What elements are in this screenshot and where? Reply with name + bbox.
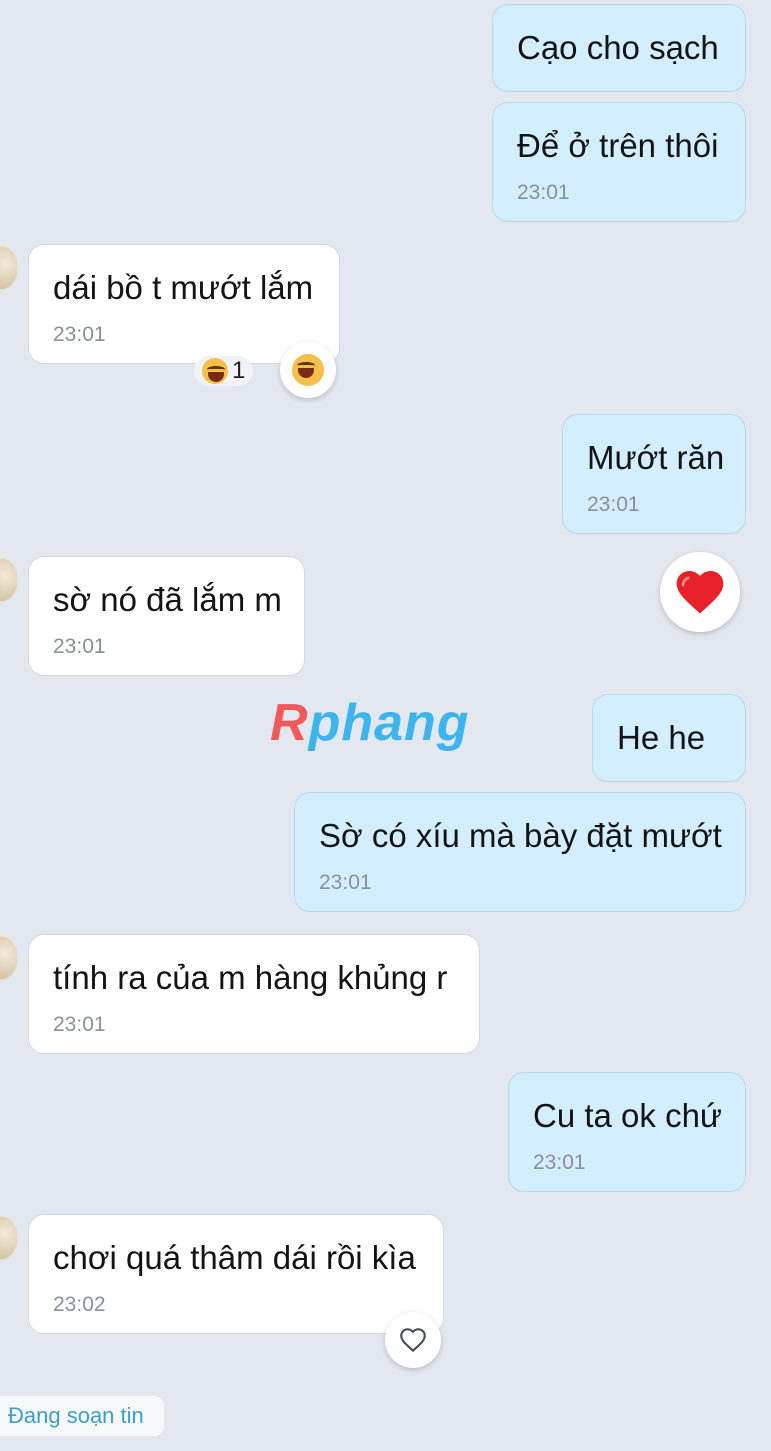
message-text: Sờ có xíu mà bày đặt mướt — [319, 817, 722, 854]
message-bubble-outgoing[interactable]: Cu ta ok chứ 23:01 — [508, 1072, 746, 1192]
message-text: dái bồ t mướt lắm — [53, 269, 314, 306]
message-bubble-outgoing[interactable]: Để ở trên thôi 23:01 — [492, 102, 746, 222]
message-text: Để ở trên thôi — [517, 127, 719, 164]
contact-avatar[interactable] — [0, 558, 18, 602]
message-time: 23:01 — [53, 635, 106, 658]
message-text: Mướt răn — [587, 439, 725, 476]
message-bubble-outgoing[interactable]: Sờ có xíu mà bày đặt mướt 23:01 — [294, 792, 746, 912]
message-bubble-outgoing[interactable]: Cạo cho sạch — [492, 4, 746, 92]
message-text: Cu ta ok chứ — [533, 1097, 723, 1134]
typing-text: Đang soạn tin — [8, 1403, 144, 1428]
message-time: 23:01 — [517, 181, 570, 204]
laughing-face-icon — [202, 358, 228, 384]
red-heart-icon — [676, 571, 724, 614]
message-text: sờ nó đã lắm m — [53, 581, 282, 618]
reaction-summary[interactable]: 1 — [194, 356, 254, 386]
heart-outline-icon — [400, 1328, 426, 1353]
message-bubble-outgoing[interactable]: Mướt răn 23:01 — [562, 414, 746, 534]
message-text: chơi quá thâm dái rồi kìa — [53, 1239, 416, 1276]
contact-avatar[interactable] — [0, 246, 18, 290]
message-time: 23:01 — [53, 323, 106, 346]
message-time: 23:01 — [587, 493, 640, 516]
contact-avatar[interactable] — [0, 936, 18, 980]
message-bubble-incoming[interactable]: tính ra của m hàng khủng r 23:01 — [28, 934, 480, 1054]
message-bubble-outgoing[interactable]: He he — [592, 694, 746, 782]
message-time: 23:01 — [319, 871, 372, 894]
message-time: 23:01 — [53, 1013, 106, 1036]
reaction-count: 1 — [232, 357, 246, 384]
message-time: 23:01 — [533, 1151, 586, 1174]
watermark-logo: Rphang — [270, 694, 470, 752]
typing-indicator: Đang soạn tin — [0, 1396, 164, 1436]
reaction-button[interactable] — [280, 342, 336, 398]
laughing-face-icon — [292, 354, 324, 386]
heart-reaction-button[interactable] — [660, 552, 740, 632]
message-bubble-incoming[interactable]: chơi quá thâm dái rồi kìa 23:02 — [28, 1214, 444, 1334]
message-bubble-incoming[interactable]: sờ nó đã lắm m 23:01 — [28, 556, 305, 676]
message-text: tính ra của m hàng khủng r — [53, 959, 448, 996]
contact-avatar[interactable] — [0, 1216, 18, 1260]
message-text: Cạo cho sạch — [517, 29, 719, 66]
add-reaction-button[interactable] — [385, 1312, 441, 1368]
message-text: He he — [617, 719, 706, 756]
message-time: 23:02 — [53, 1293, 106, 1316]
